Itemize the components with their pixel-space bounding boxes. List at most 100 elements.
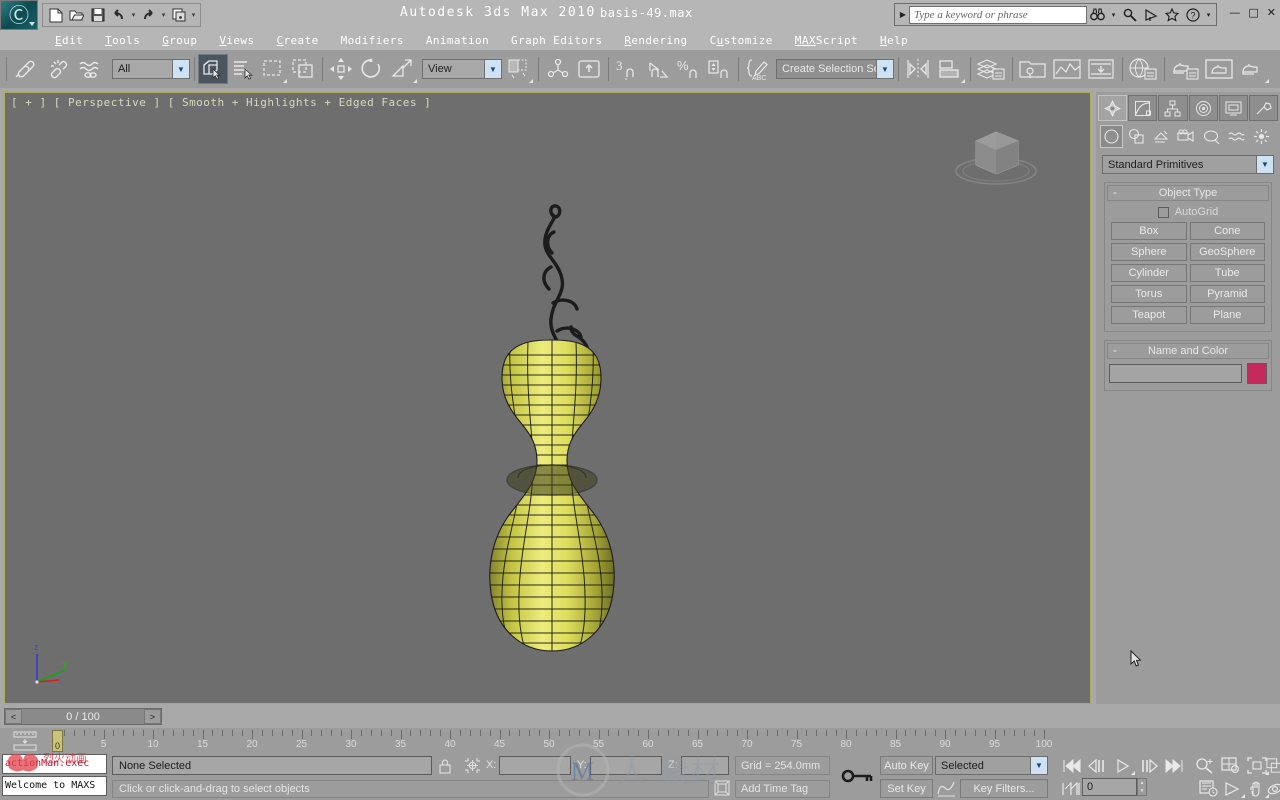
snaps-toggle-icon[interactable]: 3	[612, 54, 644, 84]
goto-end-icon[interactable]	[1162, 755, 1188, 776]
cameras-category[interactable]	[1175, 125, 1198, 148]
menu-item-rendering[interactable]: Rendering	[613, 34, 698, 47]
hierarchy-tab[interactable]	[1158, 95, 1188, 121]
menu-item-create[interactable]: Create	[265, 34, 329, 47]
spinner-up-icon[interactable]: ▲	[1138, 779, 1146, 787]
key-mode-toggle-icon[interactable]	[838, 754, 878, 798]
object-name-input[interactable]	[1109, 364, 1242, 383]
favorites-star-icon[interactable]	[1161, 5, 1182, 25]
chevron-down-icon-coord[interactable]: ▼	[484, 60, 501, 78]
auto-key-button[interactable]: Auto Key	[880, 756, 933, 775]
select-object-icon[interactable]	[198, 54, 228, 84]
menu-item-customize[interactable]: Customize	[699, 34, 784, 47]
create-plane-button[interactable]: Plane	[1189, 306, 1265, 324]
listener-line-1[interactable]: actionMan.exec	[2, 754, 107, 774]
layer-manager-icon[interactable]	[974, 54, 1008, 84]
set-key-filters-curve-icon[interactable]	[936, 779, 958, 798]
save-file-icon[interactable]	[88, 6, 107, 25]
undo-icon[interactable]	[109, 6, 128, 25]
help-dropdown-icon[interactable]: ▾	[1203, 5, 1214, 25]
utilities-tab[interactable]	[1248, 95, 1279, 121]
window-crossing-icon[interactable]	[288, 54, 318, 84]
lock-selection-icon[interactable]	[436, 757, 454, 774]
time-slider-handle[interactable]: 0	[52, 730, 63, 752]
render-setup-icon[interactable]	[1126, 54, 1160, 84]
menu-item-animation[interactable]: Animation	[415, 34, 500, 47]
select-and-scale-icon[interactable]	[386, 54, 418, 84]
chevron-down-icon-primitives[interactable]: ▼	[1256, 156, 1273, 173]
adaptive-degradation-icon[interactable]	[712, 779, 732, 797]
magnifier-icon[interactable]	[1119, 5, 1140, 25]
current-frame-display[interactable]: 0 / 100	[22, 711, 144, 723]
geometry-category[interactable]	[1100, 124, 1123, 148]
absolute-relative-transform-icon[interactable]	[462, 757, 482, 774]
menu-item-views[interactable]: Views	[208, 34, 265, 47]
coord-system-dropdown[interactable]: View ▼	[422, 59, 502, 79]
create-tube-button[interactable]: Tube	[1189, 264, 1265, 282]
zoom-all-icon[interactable]	[1218, 755, 1244, 776]
align-icon[interactable]	[934, 54, 966, 84]
application-menu-button[interactable]: Ⓒ	[0, 0, 38, 30]
new-file-icon[interactable]	[46, 6, 65, 25]
chevron-down-icon-nss[interactable]: ▼	[876, 60, 893, 78]
current-frame-input[interactable]: 0	[1082, 778, 1137, 796]
angle-snap-toggle-icon[interactable]	[644, 54, 674, 84]
redo-dropdown-icon[interactable]: ▾	[160, 11, 167, 19]
binoculars-icon[interactable]	[1087, 5, 1108, 25]
create-torus-button[interactable]: Torus	[1111, 285, 1187, 303]
help-icon[interactable]: ?	[1182, 5, 1203, 25]
menu-item-graph-editors[interactable]: Graph Editors	[500, 34, 613, 47]
render-iterative-icon[interactable]	[1236, 54, 1270, 84]
perspective-viewport[interactable]: [ + ] [ Perspective ] [ Smooth + Highlig…	[4, 92, 1091, 704]
render-production-icon[interactable]	[1168, 54, 1202, 84]
display-tab[interactable]	[1218, 95, 1248, 121]
create-sphere-button[interactable]: Sphere	[1111, 243, 1187, 261]
maxscript-mini-listener[interactable]: actionMan.exec Welcome to MAXS	[2, 754, 107, 798]
lights-category[interactable]	[1150, 125, 1173, 148]
edit-named-selection-sets-icon[interactable]: ABC	[742, 54, 774, 84]
next-time-button[interactable]: >	[144, 709, 161, 724]
open-mini-curve-editor-icon[interactable]	[12, 731, 38, 754]
infocenter-expand-icon[interactable]: ▶	[897, 10, 909, 19]
chevron-down-icon[interactable]: ▼	[172, 60, 189, 78]
open-file-icon[interactable]	[67, 6, 86, 25]
create-geosphere-button[interactable]: GeoSphere	[1189, 243, 1265, 261]
maximize-button[interactable]: □	[1248, 7, 1258, 18]
previous-frame-icon[interactable]	[1084, 755, 1110, 776]
key-filter-selection-dropdown[interactable]: Selected ▼	[935, 756, 1048, 775]
zoom-icon[interactable]	[1192, 755, 1218, 776]
menu-item-modifiers[interactable]: Modifiers	[330, 34, 415, 47]
coord-field-y[interactable]	[590, 756, 662, 775]
menu-item-maxscript[interactable]: MAXScript	[784, 34, 869, 47]
zoom-extents-all-icon[interactable]	[1266, 755, 1280, 776]
key-filters-button[interactable]: Key Filters...	[960, 779, 1048, 798]
menu-item-group[interactable]: Group	[151, 34, 208, 47]
create-box-button[interactable]: Box	[1111, 222, 1187, 240]
select-and-move-icon[interactable]	[326, 54, 356, 84]
create-pyramid-button[interactable]: Pyramid	[1189, 285, 1265, 303]
time-ruler[interactable]: 5 10 15 20 25 30 35 40 45 50 55 60 65 70 75 80 85 90 95 100	[38, 728, 1052, 754]
frame-spinner[interactable]: ▲ ▼	[1137, 778, 1147, 796]
undo-dropdown-icon[interactable]: ▾	[130, 11, 137, 19]
play-animation-icon[interactable]	[1110, 755, 1136, 776]
create-teapot-button[interactable]: Teapot	[1111, 306, 1187, 324]
keyboard-shortcut-override-icon[interactable]	[574, 54, 604, 84]
add-time-tag-button[interactable]: Add Time Tag	[735, 780, 830, 798]
key-mode-toggle-nav-icon[interactable]	[1058, 778, 1084, 799]
systems-category[interactable]	[1250, 125, 1273, 148]
customize-qat-icon[interactable]: ▾	[190, 11, 197, 19]
shapes-category[interactable]	[1125, 125, 1148, 148]
communication-center-icon[interactable]	[1140, 5, 1161, 25]
listener-line-2[interactable]: Welcome to MAXS	[2, 776, 107, 796]
modify-tab[interactable]	[1128, 95, 1158, 121]
selection-region-icon[interactable]	[258, 54, 288, 84]
minimize-button[interactable]: —	[1229, 7, 1240, 18]
collapse-icon-object-type[interactable]: -	[1113, 185, 1117, 199]
curve-editor-icon[interactable]	[1016, 54, 1050, 84]
helpers-category[interactable]	[1200, 125, 1223, 148]
use-center-flyout-icon[interactable]	[502, 54, 534, 84]
space-warps-category[interactable]	[1225, 125, 1248, 148]
unlink-selection-icon[interactable]	[42, 54, 74, 84]
menu-item-tools[interactable]: Tools	[94, 34, 151, 47]
schematic-view-icon[interactable]	[1050, 54, 1084, 84]
